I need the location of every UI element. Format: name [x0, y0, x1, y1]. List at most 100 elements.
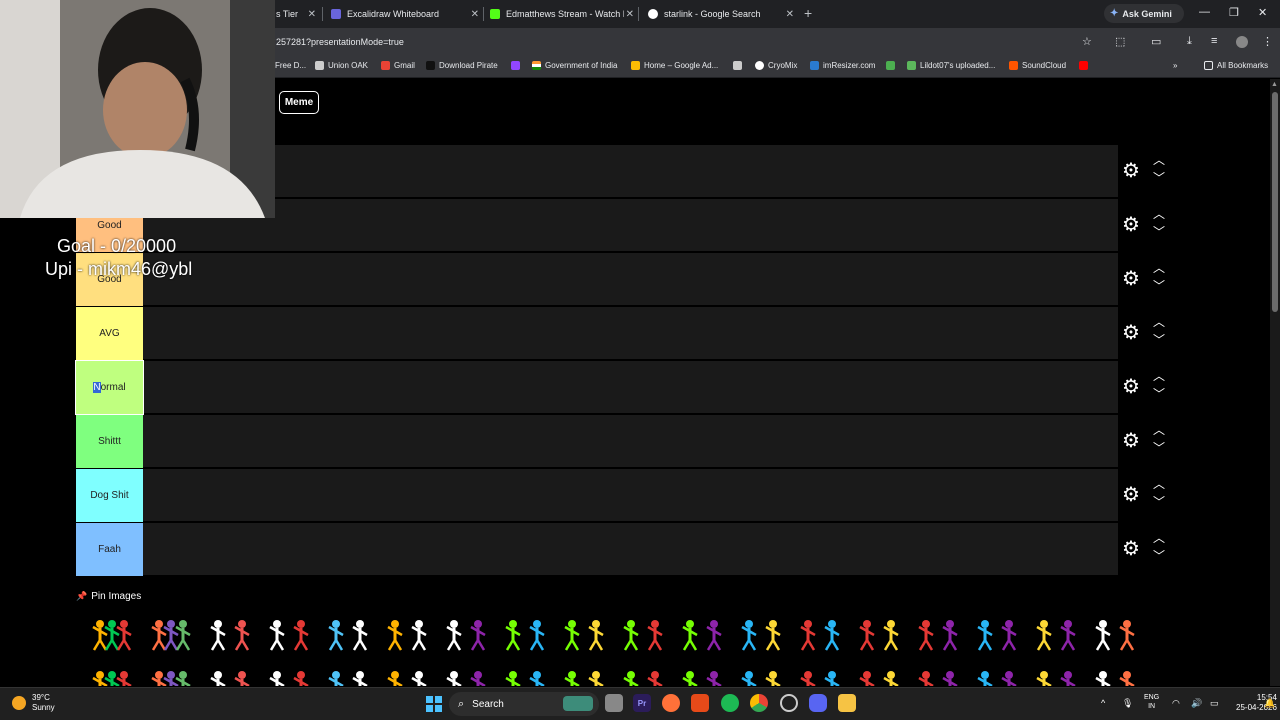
chevron-down-icon[interactable]: ﹀ — [1153, 439, 1165, 456]
bookmark-item[interactable]: Free D... — [275, 61, 306, 70]
tier-image-thumbnail[interactable] — [731, 668, 790, 686]
bookmark-item[interactable]: SoundCloud — [1009, 61, 1066, 70]
minimize-button[interactable]: — — [1199, 6, 1210, 18]
tier-image-thumbnail[interactable] — [82, 617, 141, 653]
bookmark-item[interactable]: imResizer.com — [810, 61, 875, 70]
tier-image-thumbnail[interactable] — [200, 617, 259, 653]
tier-image-thumbnail[interactable] — [436, 668, 495, 686]
bookmark-item[interactable]: Download Pirate — [426, 61, 498, 70]
tier-label[interactable]: AVG — [76, 307, 143, 360]
restore-button[interactable]: ❐ — [1229, 6, 1239, 19]
volume-icon[interactable]: 🔊 — [1191, 698, 1202, 709]
close-icon[interactable]: ✕ — [471, 9, 479, 20]
tier-image-thumbnail[interactable] — [318, 668, 377, 686]
chevron-up-icon[interactable]: ︿ — [1153, 529, 1165, 546]
chevron-down-icon[interactable]: ﹀ — [1153, 223, 1165, 240]
chevron-down-icon[interactable]: ﹀ — [1153, 277, 1165, 294]
premiere-pro-icon[interactable]: Pr — [633, 694, 651, 712]
chevron-down-icon[interactable]: ﹀ — [1153, 169, 1165, 186]
notification-icon[interactable]: 🔔 — [1264, 698, 1275, 709]
meme-button[interactable]: Meme — [279, 91, 319, 114]
tier-image-thumbnail[interactable] — [259, 617, 318, 653]
tier-image-thumbnail[interactable] — [967, 617, 1026, 653]
chevron-down-icon[interactable]: ﹀ — [1153, 331, 1165, 348]
tier-image-thumbnail[interactable] — [554, 668, 613, 686]
tier-image-thumbnail[interactable] — [908, 617, 967, 653]
gear-icon[interactable]: ⚙ — [1122, 215, 1140, 235]
close-icon[interactable]: ✕ — [786, 9, 794, 20]
chevron-down-icon[interactable]: ﹀ — [1153, 385, 1165, 402]
bookmark-item[interactable] — [733, 61, 746, 70]
bookmark-item[interactable]: Home – Google Ad... — [631, 61, 718, 70]
bookmark-item[interactable]: Gmail — [381, 61, 415, 70]
firefox-icon[interactable] — [662, 694, 680, 712]
tier-image-thumbnail[interactable] — [849, 617, 908, 653]
windows-start-icon[interactable] — [426, 696, 442, 712]
tab-tier-list[interactable]: s Tier ✕ — [276, 3, 318, 25]
tier-image-thumbnail[interactable] — [790, 617, 849, 653]
extensions-icon[interactable]: ⬚ — [1115, 35, 1125, 48]
battery-icon[interactable]: ▭ — [1210, 698, 1219, 709]
bookmark-item[interactable]: Government of India — [532, 61, 617, 70]
close-icon[interactable]: ✕ — [626, 9, 634, 20]
tier-image-thumbnail[interactable] — [1026, 617, 1085, 653]
bookmark-item[interactable] — [1079, 61, 1092, 70]
tier-image-thumbnail[interactable] — [613, 617, 672, 653]
gear-icon[interactable]: ⚙ — [1122, 539, 1140, 559]
bookmarks-overflow-icon[interactable]: » — [1173, 61, 1177, 70]
microphone-icon[interactable]: 🎙 — [1122, 698, 1133, 709]
tier-image-thumbnail[interactable] — [672, 668, 731, 686]
scroll-up-icon[interactable]: ▲ — [1271, 81, 1278, 88]
chevron-down-icon[interactable]: ﹀ — [1153, 493, 1165, 510]
menu-icon[interactable]: ⋮ — [1262, 35, 1273, 48]
obs-icon[interactable] — [780, 694, 798, 712]
tier-label-editing[interactable]: Normal — [75, 360, 144, 415]
cast-icon[interactable]: ▭ — [1151, 35, 1161, 48]
gear-icon[interactable]: ⚙ — [1122, 161, 1140, 181]
tier-image-thumbnail[interactable] — [495, 668, 554, 686]
file-explorer-icon[interactable] — [838, 694, 856, 712]
profile-avatar[interactable] — [1236, 36, 1248, 48]
tier-image-thumbnail[interactable] — [495, 617, 554, 653]
bookmark-item[interactable] — [511, 61, 524, 70]
gear-icon[interactable]: ⚙ — [1122, 377, 1140, 397]
tier-label[interactable]: Dog Shit — [76, 469, 143, 522]
chevron-up-icon[interactable]: ︿ — [1153, 367, 1165, 384]
tier-image-thumbnail[interactable] — [200, 668, 259, 686]
tier-image-thumbnail[interactable] — [790, 668, 849, 686]
ask-gemini-button[interactable]: ✦ Ask Gemini — [1104, 4, 1184, 23]
task-view-icon[interactable] — [605, 694, 623, 712]
close-window-button[interactable]: ✕ — [1258, 6, 1267, 19]
discord-icon[interactable] — [809, 694, 827, 712]
tier-image-thumbnail[interactable] — [849, 668, 908, 686]
tier-label[interactable]: Faah — [76, 523, 143, 576]
chevron-up-icon[interactable]: ︿ — [1153, 475, 1165, 492]
tier-image-thumbnail[interactable] — [1085, 668, 1144, 686]
tier-image-thumbnail[interactable] — [259, 668, 318, 686]
gear-icon[interactable]: ⚙ — [1122, 431, 1140, 451]
bookmark-item[interactable]: Union OAK — [315, 61, 368, 70]
tier-image-thumbnail[interactable] — [141, 617, 200, 653]
chevron-down-icon[interactable]: ﹀ — [1153, 547, 1165, 564]
tier-image-thumbnail[interactable] — [1085, 617, 1144, 653]
bookmark-item[interactable]: Lildot07's uploaded... — [907, 61, 995, 70]
new-tab-button[interactable]: + — [804, 5, 812, 21]
tier-image-thumbnail[interactable] — [613, 668, 672, 686]
tab-excalidraw[interactable]: Excalidraw Whiteboard ✕ — [331, 3, 479, 25]
download-icon[interactable]: ⤓ — [1187, 35, 1192, 48]
chrome-icon[interactable] — [750, 694, 768, 712]
tier-image-thumbnail[interactable] — [1026, 668, 1085, 686]
fl-studio-icon[interactable] — [691, 694, 709, 712]
tab-google-search[interactable]: starlink - Google Search ✕ — [648, 3, 794, 25]
language-indicator[interactable]: ENG IN — [1144, 693, 1159, 711]
wifi-icon[interactable]: ◠ — [1172, 698, 1180, 709]
tier-image-thumbnail[interactable] — [967, 668, 1026, 686]
close-icon[interactable]: ✕ — [308, 9, 316, 20]
tier-label[interactable]: Shittt — [76, 415, 143, 468]
scrollbar-thumb[interactable] — [1272, 92, 1278, 312]
tier-image-thumbnail[interactable] — [908, 668, 967, 686]
chevron-up-icon[interactable]: ︿ — [1153, 205, 1165, 222]
tab-stream[interactable]: Edmatthews Stream - Watch Li ✕ — [490, 3, 634, 25]
tier-image-thumbnail[interactable] — [82, 668, 141, 686]
media-icon[interactable]: ≡ — [1211, 35, 1217, 47]
